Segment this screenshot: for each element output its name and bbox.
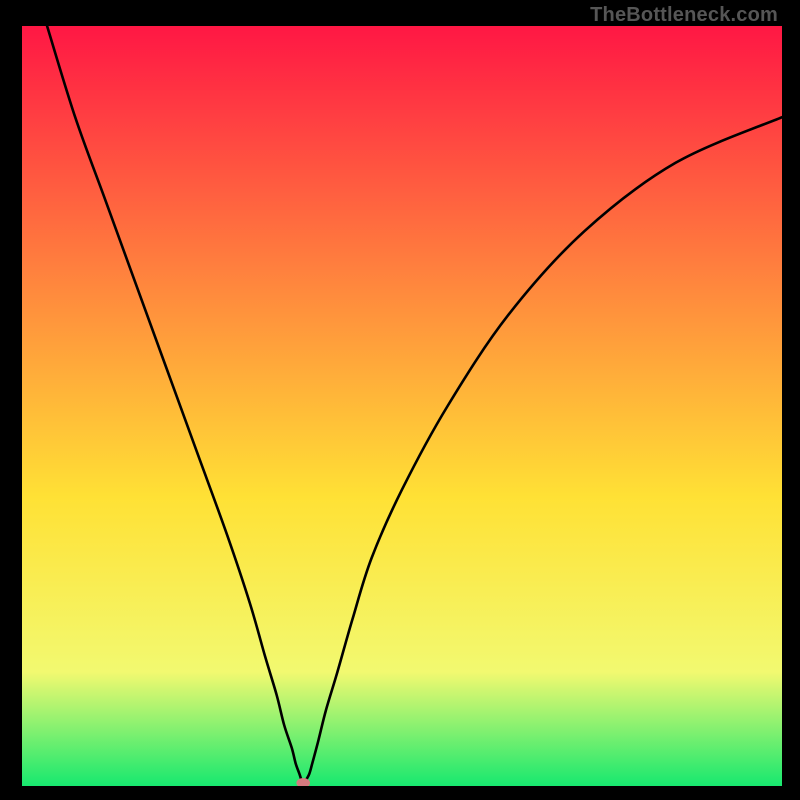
plot-background [22,26,782,786]
bottleneck-chart [22,26,782,786]
chart-frame: TheBottleneck.com [0,0,800,800]
attribution-label: TheBottleneck.com [590,4,778,27]
